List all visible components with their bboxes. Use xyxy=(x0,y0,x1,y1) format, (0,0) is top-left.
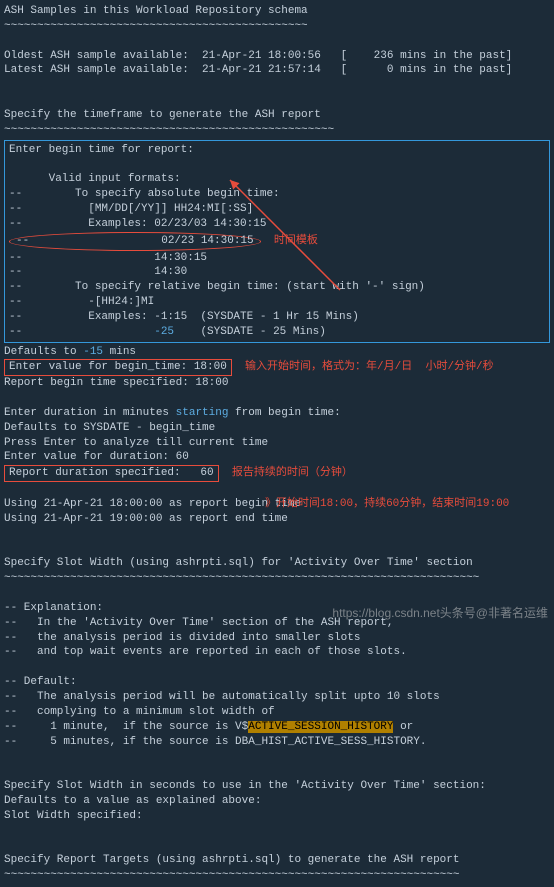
ex-l3: -- 14:30:15 xyxy=(9,251,545,266)
ex-l2: -- 02/23 14:30:15 时间模板 xyxy=(9,232,545,251)
header-sep: ~~~~~~~~~~~~~~~~~~~~~~~~~~~~~~~~~~~~~~~~… xyxy=(4,19,550,34)
abs-spec: -- To specify absolute begin time: xyxy=(9,187,545,202)
duration-default1: Defaults to SYSDATE - begin_time xyxy=(4,421,550,436)
slot2-l2: Slot Width specified: xyxy=(4,809,550,824)
using1-annotation: 》开始时间18:00，持续60分钟，结束时间19:00 xyxy=(265,498,509,510)
timeframe-title: Specify the timeframe to generate the AS… xyxy=(4,108,550,123)
begin-time-box-red: Enter value for begin_time: 18:00 xyxy=(4,359,232,376)
default-l2: -- complying to a minimum slot width of xyxy=(4,705,550,720)
explanation-l3: -- and top wait events are reported in e… xyxy=(4,645,550,660)
duration-spec-box: Report duration specified: 60 xyxy=(4,465,219,482)
fmt-line: -- [MM/DD[/YY]] HH24:MI[:SS] xyxy=(9,202,545,217)
rel-spec: -- To specify relative begin time: (star… xyxy=(9,280,545,295)
ex-l1: -- Examples: 02/23/03 14:30:15 xyxy=(9,217,545,232)
enter-begin: Enter begin time for report: xyxy=(9,143,545,158)
template-annotation: 时间模板 xyxy=(274,235,318,247)
rel-ex2: -- -25 (SYSDATE - 25 Mins) xyxy=(9,325,545,340)
oldest-sample: Oldest ASH sample available: 21-Apr-21 1… xyxy=(4,49,550,64)
using1-row: Using 21-Apr-21 18:00:00 as report begin… xyxy=(4,497,550,512)
default-l4: -- 5 minutes, if the source is DBA_HIST_… xyxy=(4,735,550,750)
duration-annotation: 报告持续的时间（分钟） xyxy=(232,467,353,479)
duration-value: Enter value for duration: 60 xyxy=(4,450,550,465)
report-targets-title: Specify Report Targets (using ashrpti.sq… xyxy=(4,853,550,868)
latest-sample: Latest ASH sample available: 21-Apr-21 2… xyxy=(4,63,550,78)
default-hdr: -- Default: xyxy=(4,675,550,690)
begin-time-box: Enter begin time for report: Valid input… xyxy=(4,140,550,343)
duration-default2: Press Enter to analyze till current time xyxy=(4,436,550,451)
defaults-line: Defaults to -15 mins xyxy=(4,345,550,360)
duration-enter: Enter duration in minutes starting from … xyxy=(4,406,550,421)
header-title: ASH Samples in this Workload Repository … xyxy=(4,4,550,19)
default-l1: -- The analysis period will be automatic… xyxy=(4,690,550,705)
report-begin-spec: Report begin time specified: 18:00 xyxy=(4,376,550,391)
begin-time-row: Enter value for begin_time: 18:00 输入开始时间… xyxy=(4,359,550,376)
using2: Using 21-Apr-21 19:00:00 as report end t… xyxy=(4,512,550,527)
terminal-output: ASH Samples in this Workload Repository … xyxy=(4,4,550,883)
rel-ex1: -- Examples: -1:15 (SYSDATE - 1 Hr 15 Mi… xyxy=(9,310,545,325)
slot-width-title: Specify Slot Width (using ashrpti.sql) f… xyxy=(4,556,550,571)
duration-spec-row: Report duration specified: 60 报告持续的时间（分钟… xyxy=(4,465,550,482)
slot-width-sep: ~~~~~~~~~~~~~~~~~~~~~~~~~~~~~~~~~~~~~~~~… xyxy=(4,571,550,586)
watermark: https://blog.csdn.net头条号@非著名运维 xyxy=(332,605,548,621)
default-l3: -- 1 minute, if the source is V$ACTIVE_S… xyxy=(4,720,550,735)
timeframe-sep: ~~~~~~~~~~~~~~~~~~~~~~~~~~~~~~~~~~~~~~~~… xyxy=(4,123,550,138)
slot2-l1: Defaults to a value as explained above: xyxy=(4,794,550,809)
valid-formats: Valid input formats: xyxy=(9,172,545,187)
report-targets-sep: ~~~~~~~~~~~~~~~~~~~~~~~~~~~~~~~~~~~~~~~~… xyxy=(4,868,550,883)
begin-time-annotation: 输入开始时间，格式为：年/月/日 小时/分钟/秒 xyxy=(245,361,494,373)
rel-fmt: -- -[HH24:]MI xyxy=(9,295,545,310)
ex-l4: -- 14:30 xyxy=(9,265,545,280)
explanation-l2: -- the analysis period is divided into s… xyxy=(4,631,550,646)
slot2-title: Specify Slot Width in seconds to use in … xyxy=(4,779,550,794)
